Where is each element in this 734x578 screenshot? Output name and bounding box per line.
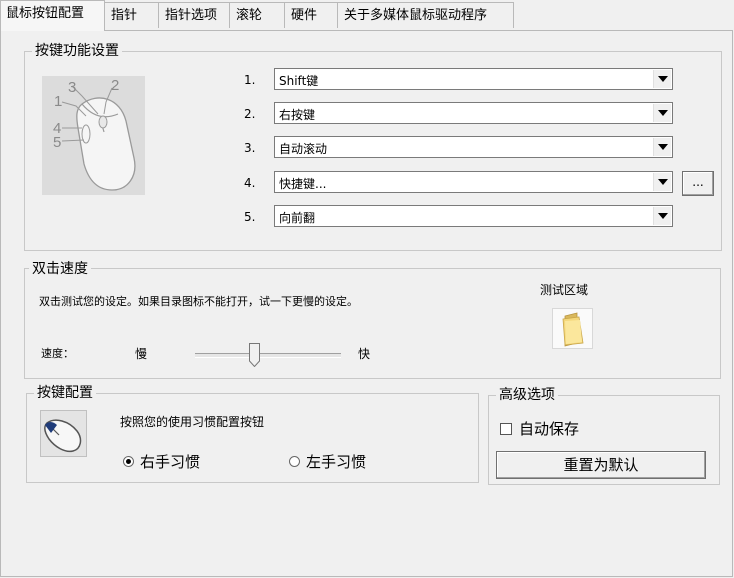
checkbox-icon[interactable]: [500, 422, 512, 435]
button-1-select[interactable]: Shift键: [274, 68, 673, 90]
tab-hardware[interactable]: 硬件: [284, 2, 338, 28]
reset-defaults-button[interactable]: 重置为默认: [496, 451, 706, 479]
mouse-diagram: 1 2 3 4 5: [42, 76, 145, 195]
slider-thumb[interactable]: [249, 343, 260, 368]
diagram-number-3: 3: [68, 79, 76, 96]
speed-label: 速度：: [41, 347, 74, 360]
tab-button-config[interactable]: 鼠标按钮配置: [0, 0, 105, 31]
row-number-3: 3.: [244, 141, 256, 155]
button-4-select[interactable]: 快捷键...: [274, 171, 673, 193]
chevron-down-icon[interactable]: [653, 207, 671, 225]
radio-selected-icon[interactable]: [123, 456, 134, 467]
row-number-2: 2.: [244, 107, 256, 121]
test-area-label: 测试区域: [540, 283, 589, 297]
tab-about[interactable]: 关于多媒体鼠标驱动程序: [337, 2, 514, 28]
button-config-title: 按键配置: [34, 385, 96, 401]
double-click-description: 双击测试您的设定。如果目录图标不能打开，试一下更慢的设定。: [39, 295, 358, 308]
advanced-title: 高级选项: [496, 387, 558, 403]
autosave-label: 自动保存: [519, 420, 580, 438]
test-area-box[interactable]: [552, 308, 593, 349]
row-number-1: 1.: [244, 73, 256, 87]
tab-pointer-options[interactable]: 指针选项: [158, 2, 230, 28]
mouse-icon: [44, 419, 82, 453]
button-2-select[interactable]: 右按键: [274, 102, 673, 124]
radio-unselected-icon[interactable]: [289, 456, 300, 467]
slider-track: [195, 353, 341, 358]
chevron-down-icon[interactable]: [653, 70, 671, 88]
mouse-image: 1 2 3 4 5: [53, 77, 136, 191]
left-hand-radio[interactable]: 左手习惯: [289, 451, 366, 472]
speed-slider[interactable]: [195, 341, 341, 369]
button-5-value: 向前翻: [279, 211, 316, 225]
diagram-number-1: 1: [54, 93, 62, 110]
right-hand-label: 右手习惯: [140, 453, 201, 471]
tab-bar: 指针 指针选项 滚轮 硬件 关于多媒体鼠标驱动程序 鼠标按钮配置: [0, 0, 734, 31]
button-5-select[interactable]: 向前翻: [274, 205, 673, 227]
button-functions-title: 按键功能设置: [32, 43, 122, 59]
double-click-group: [24, 268, 721, 379]
tab-pointer[interactable]: 指针: [104, 2, 159, 28]
double-click-title: 双击速度: [29, 261, 91, 277]
left-hand-label: 左手习惯: [306, 453, 367, 471]
button-3-select[interactable]: 自动滚动: [274, 136, 673, 158]
tab-wheel[interactable]: 滚轮: [229, 2, 285, 28]
shortcut-browse-button[interactable]: ...: [682, 171, 714, 196]
row-number-4: 4.: [244, 176, 256, 190]
button-3-value: 自动滚动: [279, 142, 328, 156]
folder-icon: [562, 312, 584, 347]
chevron-down-icon[interactable]: [653, 138, 671, 156]
button-1-value: Shift键: [279, 74, 319, 88]
slow-label: 慢: [135, 347, 148, 361]
chevron-down-icon[interactable]: [653, 173, 671, 191]
button-2-value: 右按键: [279, 108, 316, 122]
row-number-5: 5.: [244, 210, 256, 224]
diagram-number-5: 5: [53, 134, 61, 151]
diagram-number-2: 2: [111, 77, 119, 94]
fast-label: 快: [358, 347, 371, 361]
chevron-down-icon[interactable]: [653, 104, 671, 122]
button-config-group: [26, 393, 479, 483]
mouse-handedness-image: [40, 410, 87, 457]
button-config-description: 按照您的使用习惯配置按钮: [120, 415, 265, 429]
autosave-checkbox[interactable]: 自动保存: [500, 418, 579, 439]
right-hand-radio[interactable]: 右手习惯: [123, 451, 200, 472]
button-4-value: 快捷键...: [279, 177, 327, 191]
